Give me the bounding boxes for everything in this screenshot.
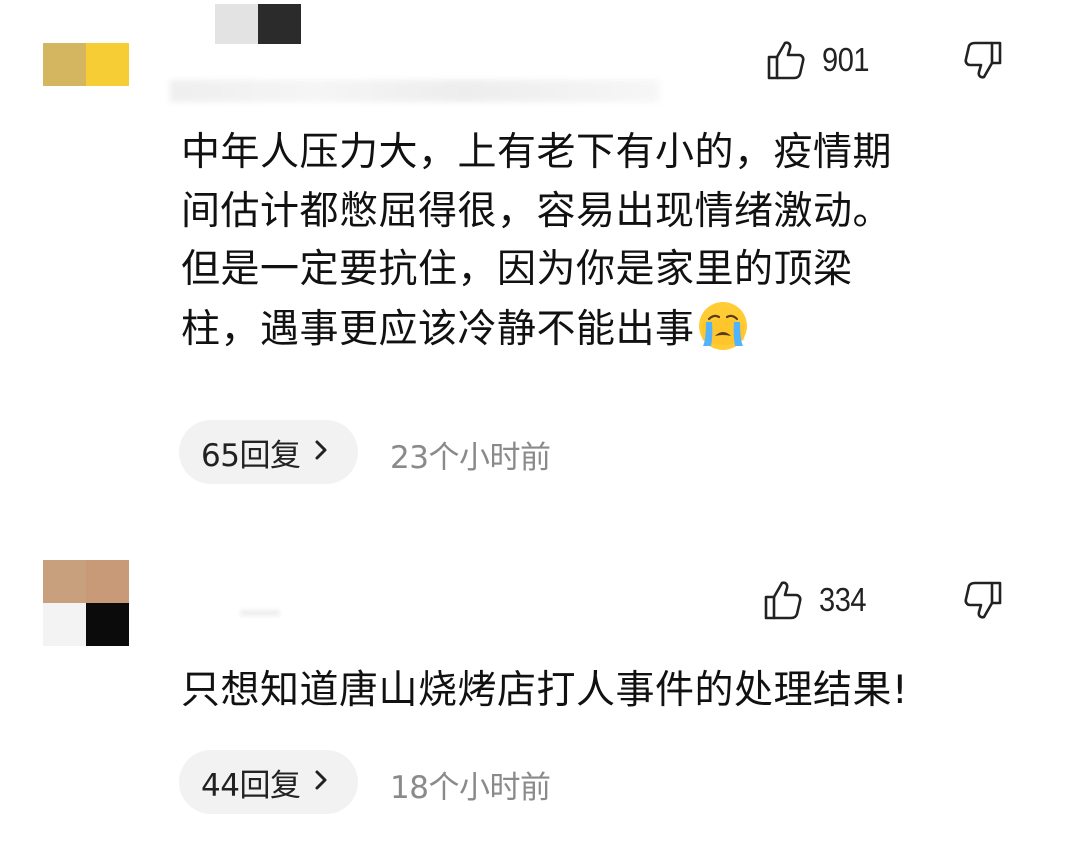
like-count: 901 bbox=[822, 41, 870, 78]
thumbs-down-icon bbox=[963, 579, 1003, 621]
like-button[interactable]: 901 bbox=[766, 38, 876, 82]
redacted-username bbox=[170, 80, 660, 102]
replies-button[interactable]: 65回复 bbox=[179, 420, 359, 484]
chevron-right-icon bbox=[314, 769, 328, 795]
reply-count-label: 44回复 bbox=[201, 767, 301, 804]
like-button[interactable]: 334 bbox=[763, 578, 873, 622]
comment-list: 901 中年人压力大，上有老下有小的，疫情期 间估计都憋屈得很，容易出现情绪激动… bbox=[0, 0, 1075, 844]
thumbs-up-icon bbox=[763, 579, 803, 621]
comment-timestamp: 18个小时前 bbox=[390, 770, 551, 806]
thumbs-down-icon bbox=[963, 39, 1003, 81]
dislike-button[interactable] bbox=[963, 578, 1003, 622]
avatar[interactable] bbox=[43, 43, 129, 86]
crying-face-emoji-icon bbox=[697, 300, 749, 352]
chevron-right-icon bbox=[314, 439, 328, 465]
reply-count-label: 65回复 bbox=[201, 437, 301, 474]
redacted-username-block bbox=[215, 4, 301, 44]
dislike-button[interactable] bbox=[963, 38, 1003, 82]
comment-timestamp: 23个小时前 bbox=[390, 440, 551, 476]
avatar[interactable] bbox=[43, 560, 129, 646]
replies-button[interactable]: 44回复 bbox=[179, 750, 359, 814]
comment-text: 中年人压力大，上有老下有小的，疫情期 间估计都憋屈得很，容易出现情绪激动。 但是… bbox=[181, 130, 893, 352]
thumbs-up-icon bbox=[766, 39, 806, 81]
comment-text: 只想知道唐山烧烤店打人事件的处理结果! bbox=[181, 668, 909, 713]
redacted-username bbox=[240, 610, 280, 616]
like-count: 334 bbox=[819, 581, 867, 618]
